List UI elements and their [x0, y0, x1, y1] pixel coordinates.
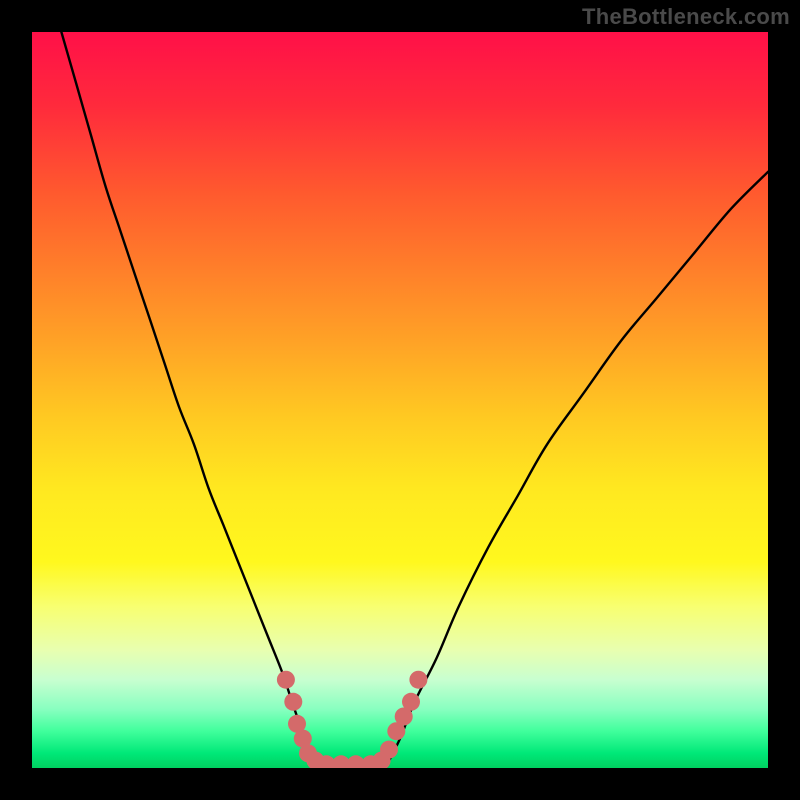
highlight-dot	[402, 693, 420, 711]
highlight-markers	[277, 671, 428, 768]
chart-svg	[32, 32, 768, 768]
plot-area	[32, 32, 768, 768]
curve-left	[61, 32, 311, 768]
chart-frame: TheBottleneck.com	[0, 0, 800, 800]
watermark-text: TheBottleneck.com	[582, 4, 790, 30]
highlight-dot	[277, 671, 295, 689]
curve-right	[385, 172, 768, 768]
highlight-dot	[409, 671, 427, 689]
highlight-dot	[380, 741, 398, 759]
highlight-dot	[284, 693, 302, 711]
